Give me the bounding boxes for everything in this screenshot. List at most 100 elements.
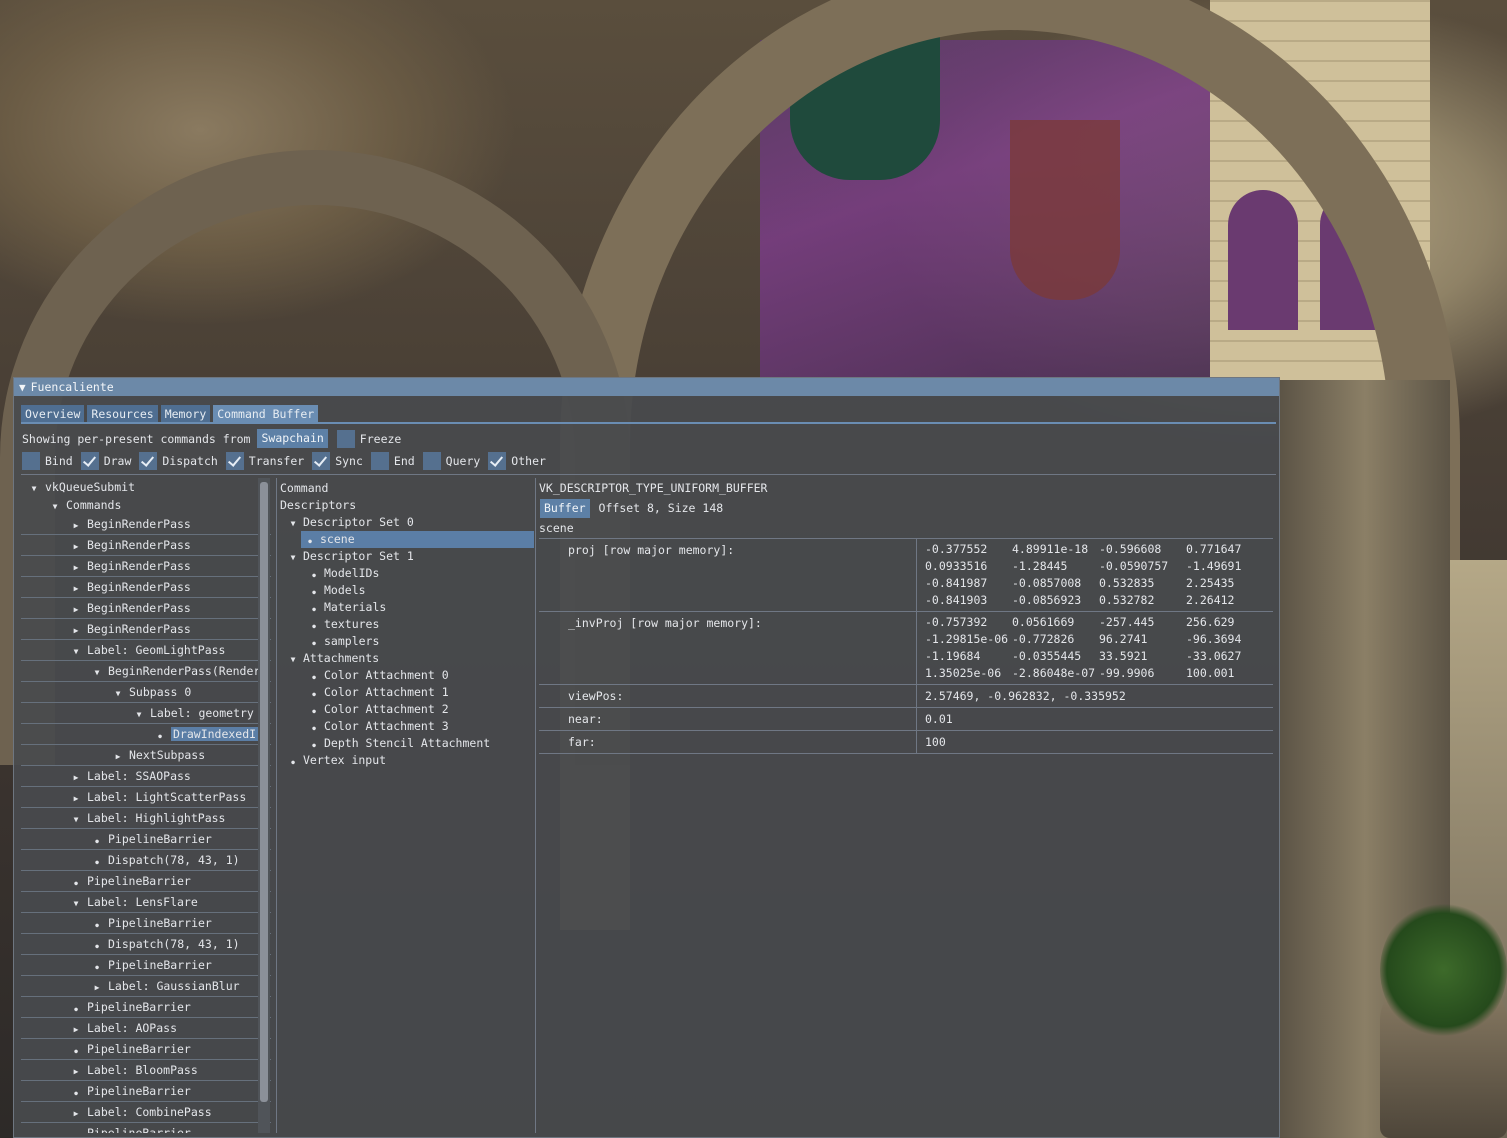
- inspector-item[interactable]: ● textures: [280, 616, 534, 633]
- tree-node[interactable]: ▶ BeginRenderPass: [21, 556, 271, 577]
- tree-node[interactable]: ▶ Label: SSAOPass: [21, 766, 271, 787]
- expanded-arrow-icon[interactable]: ▼: [111, 684, 125, 704]
- tree-label: PipelineBarrier: [87, 1000, 191, 1014]
- tree-node[interactable]: ▼ Label: GeomLightPass: [21, 640, 271, 661]
- filter-checkbox-draw[interactable]: [80, 452, 99, 470]
- inspector-item[interactable]: ● Materials: [280, 599, 534, 616]
- tree-node[interactable]: ▶ BeginRenderPass: [21, 514, 271, 535]
- inspector-item[interactable]: ▼ Attachments: [280, 650, 534, 667]
- tree-leaf[interactable]: ● PipelineBarrier: [21, 997, 271, 1018]
- collapsed-arrow-icon[interactable]: ▶: [69, 558, 83, 578]
- matrix-cell: -0.757392: [925, 615, 988, 629]
- tree-leaf[interactable]: ● Dispatch(78, 43, 1): [21, 850, 271, 871]
- tab-command-buffer[interactable]: Command Buffer: [213, 405, 319, 423]
- filter-checkbox-end[interactable]: [370, 452, 389, 470]
- expanded-arrow-icon[interactable]: ▼: [69, 642, 83, 662]
- collapsed-arrow-icon[interactable]: ▶: [69, 600, 83, 620]
- collapsed-arrow-icon[interactable]: ▶: [69, 789, 83, 809]
- filter-checkbox-query[interactable]: [422, 452, 441, 470]
- collapsed-arrow-icon[interactable]: ▶: [111, 747, 125, 767]
- tree-node[interactable]: ▶ BeginRenderPass: [21, 598, 271, 619]
- separator: [21, 474, 1276, 475]
- tree-node[interactable]: ▶ Label: BloomPass: [21, 1060, 271, 1081]
- tab-memory[interactable]: Memory: [160, 405, 211, 423]
- filter-checkbox-dispatch[interactable]: [139, 452, 158, 470]
- tree-node[interactable]: ▶ Label: LightScatterPass: [21, 787, 271, 808]
- inspector-item[interactable]: ● samplers: [280, 633, 534, 650]
- tree-leaf[interactable]: ● DrawIndexedIr: [21, 724, 271, 745]
- collapsed-arrow-icon[interactable]: ▶: [69, 1020, 83, 1040]
- collapsed-arrow-icon[interactable]: ▶: [69, 537, 83, 557]
- tree-leaf[interactable]: ● PipelineBarrier: [21, 829, 271, 850]
- collapsed-arrow-icon[interactable]: ▶: [69, 1104, 83, 1124]
- inspector-item[interactable]: ● Vertex input: [280, 752, 534, 769]
- filter-checkbox-sync[interactable]: [312, 452, 331, 470]
- expanded-arrow-icon[interactable]: ▼: [69, 810, 83, 830]
- tree-leaf[interactable]: ● PipelineBarrier: [21, 871, 271, 892]
- inspector-item[interactable]: ● ModelIDs: [280, 565, 534, 582]
- filter-checkbox-other[interactable]: [488, 452, 507, 470]
- freeze-checkbox[interactable]: [336, 429, 355, 448]
- inspector-label: Models: [324, 583, 366, 597]
- tab-overview[interactable]: Overview: [21, 405, 85, 423]
- tree-node[interactable]: ▶ BeginRenderPass: [21, 577, 271, 598]
- tree-node[interactable]: ▼ Subpass 0: [21, 682, 271, 703]
- swapchain-button[interactable]: Swapchain: [257, 429, 328, 448]
- tree-node[interactable]: ▼ Label: geometry: [21, 703, 271, 724]
- filter-checkbox-bind[interactable]: [22, 452, 40, 470]
- inspector-item[interactable]: ● Models: [280, 582, 534, 599]
- matrix-cell: 0.0561669: [1012, 615, 1075, 629]
- inspector-item[interactable]: ● Depth Stencil Attachment: [280, 735, 534, 752]
- inspector-item[interactable]: ● Color Attachment 3: [280, 718, 534, 735]
- expanded-arrow-icon: ▼: [290, 655, 296, 664]
- expanded-arrow-icon[interactable]: ▼: [69, 894, 83, 914]
- filter-row: Bind Draw Dispatch Transfer Sync End Query Othe…: [22, 452, 554, 470]
- scrollbar-thumb[interactable]: [260, 482, 268, 1102]
- collapse-arrow-icon[interactable]: ▼: [19, 381, 26, 394]
- tree-label: PipelineBarrier: [108, 916, 212, 930]
- inspector-item[interactable]: ● Color Attachment 0: [280, 667, 534, 684]
- tree-node[interactable]: ▶ Label: GaussianBlur: [21, 976, 271, 997]
- tree-node[interactable]: ▼ Label: LensFlare: [21, 892, 271, 913]
- matrix-cell: -0.841903: [925, 593, 988, 607]
- inspector-item[interactable]: ● Color Attachment 2: [280, 701, 534, 718]
- expanded-arrow-icon[interactable]: ▼: [90, 663, 104, 683]
- tree-leaf[interactable]: ● PipelineBarrier: [21, 913, 271, 934]
- inspector-label: Color Attachment 2: [324, 702, 449, 716]
- collapsed-arrow-icon[interactable]: ▶: [69, 1062, 83, 1082]
- inspector-item[interactable]: ▼ Descriptor Set 1: [280, 548, 534, 565]
- tree-leaf[interactable]: ● PipelineBarrier: [21, 955, 271, 976]
- tree-node[interactable]: ▼ Commands: [21, 496, 271, 514]
- collapsed-arrow-icon[interactable]: ▶: [69, 621, 83, 641]
- tree-node[interactable]: ▼ BeginRenderPass(Render: [21, 661, 271, 682]
- window-titlebar[interactable]: ▼ Fuencaliente: [14, 378, 1279, 396]
- collapsed-arrow-icon[interactable]: ▶: [90, 978, 104, 998]
- inspector-item[interactable]: ● Color Attachment 1: [280, 684, 534, 701]
- tree-node[interactable]: ▼ Label: HighlightPass: [21, 808, 271, 829]
- tree-leaf[interactable]: ● PipelineBarrier: [21, 1081, 271, 1102]
- filter-checkbox-transfer[interactable]: [225, 452, 244, 470]
- struct-name: scene: [539, 521, 574, 535]
- tree-node[interactable]: ▶ NextSubpass: [21, 745, 271, 766]
- tree-leaf[interactable]: ● Dispatch(78, 43, 1): [21, 934, 271, 955]
- tree-node[interactable]: ▶ Label: AOPass: [21, 1018, 271, 1039]
- buffer-button[interactable]: Buffer: [540, 498, 590, 518]
- tree-leaf[interactable]: ● PipelineBarrier: [21, 1039, 271, 1060]
- tree-node[interactable]: ▶ BeginRenderPass: [21, 619, 271, 640]
- tree-node[interactable]: ▼ vkQueueSubmit: [21, 478, 271, 496]
- tree-leaf[interactable]: ● PipelineBarrier: [21, 1123, 271, 1133]
- inspector-item[interactable]: ● scene: [301, 531, 534, 548]
- matrix-cell: -0.772826: [1012, 632, 1075, 646]
- tab-bar: Overview Resources Memory Command Buffer: [21, 405, 319, 423]
- matrix-cell: -1.29815e-06: [925, 632, 1009, 646]
- matrix-cell: 4.89911e-18: [1012, 542, 1089, 556]
- collapsed-arrow-icon[interactable]: ▶: [69, 579, 83, 599]
- tree-node[interactable]: ▶ BeginRenderPass: [21, 535, 271, 556]
- collapsed-arrow-icon[interactable]: ▶: [69, 516, 83, 536]
- expanded-arrow-icon[interactable]: ▼: [132, 705, 146, 725]
- filter-label: Transfer: [248, 454, 305, 468]
- inspector-item[interactable]: ▼ Descriptor Set 0: [280, 514, 534, 531]
- collapsed-arrow-icon[interactable]: ▶: [69, 768, 83, 788]
- tree-node[interactable]: ▶ Label: CombinePass: [21, 1102, 271, 1123]
- tab-resources[interactable]: Resources: [87, 405, 158, 423]
